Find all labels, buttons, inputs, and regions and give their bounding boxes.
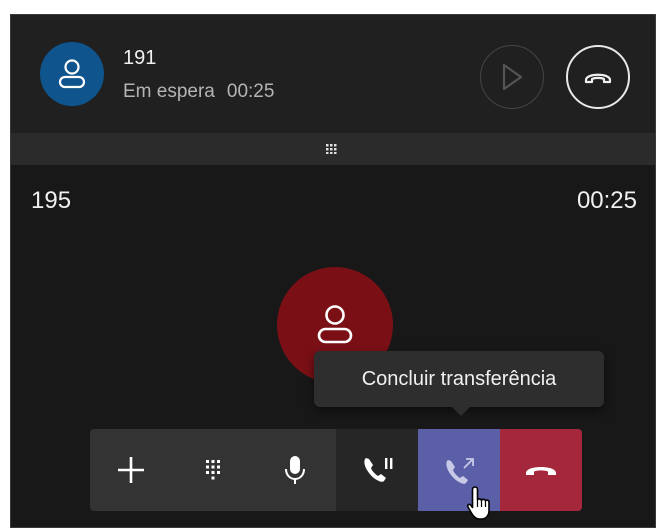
end-call-button[interactable] — [500, 429, 582, 511]
play-icon — [502, 63, 523, 91]
held-call-status: Em espera 00:25 — [123, 81, 274, 103]
hold-button[interactable] — [336, 429, 418, 511]
tooltip-complete-transfer: Concluir transferência — [314, 351, 604, 407]
hand-cursor-icon — [466, 486, 490, 520]
resume-call-button[interactable] — [480, 45, 544, 109]
held-call-number: 191 — [123, 47, 157, 69]
hang-up-held-button[interactable] — [566, 45, 630, 109]
active-call-number: 195 — [31, 187, 72, 214]
held-call-timer: 00:25 — [226, 81, 275, 102]
hang-up-icon — [584, 73, 612, 84]
held-call-avatar — [40, 42, 104, 106]
call-control-bar — [90, 429, 582, 511]
dialpad-icon — [206, 460, 220, 480]
panel-divider-handle[interactable] — [11, 133, 655, 165]
grip-dots-icon — [326, 144, 337, 154]
call-window: 191 Em espera 00:25 195 00:25 Concluir t… — [10, 14, 656, 528]
dialpad-button[interactable] — [172, 429, 254, 511]
active-call-timer: 00:25 — [576, 187, 637, 214]
screenshot-frame: 191 Em espera 00:25 195 00:25 Concluir t… — [0, 0, 657, 528]
person-icon — [317, 305, 353, 344]
mute-button[interactable] — [254, 429, 336, 511]
held-status-label: Em espera — [123, 81, 215, 102]
held-call-row[interactable]: 191 Em espera 00:25 — [11, 15, 655, 133]
microphone-icon — [285, 456, 305, 484]
phone-hold-icon — [364, 458, 393, 482]
phone-transfer-icon — [446, 458, 474, 484]
person-icon — [58, 59, 86, 89]
hang-up-icon — [526, 467, 556, 475]
add-participant-button[interactable] — [90, 429, 172, 511]
plus-icon — [118, 457, 144, 483]
tooltip-arrow — [451, 406, 471, 416]
